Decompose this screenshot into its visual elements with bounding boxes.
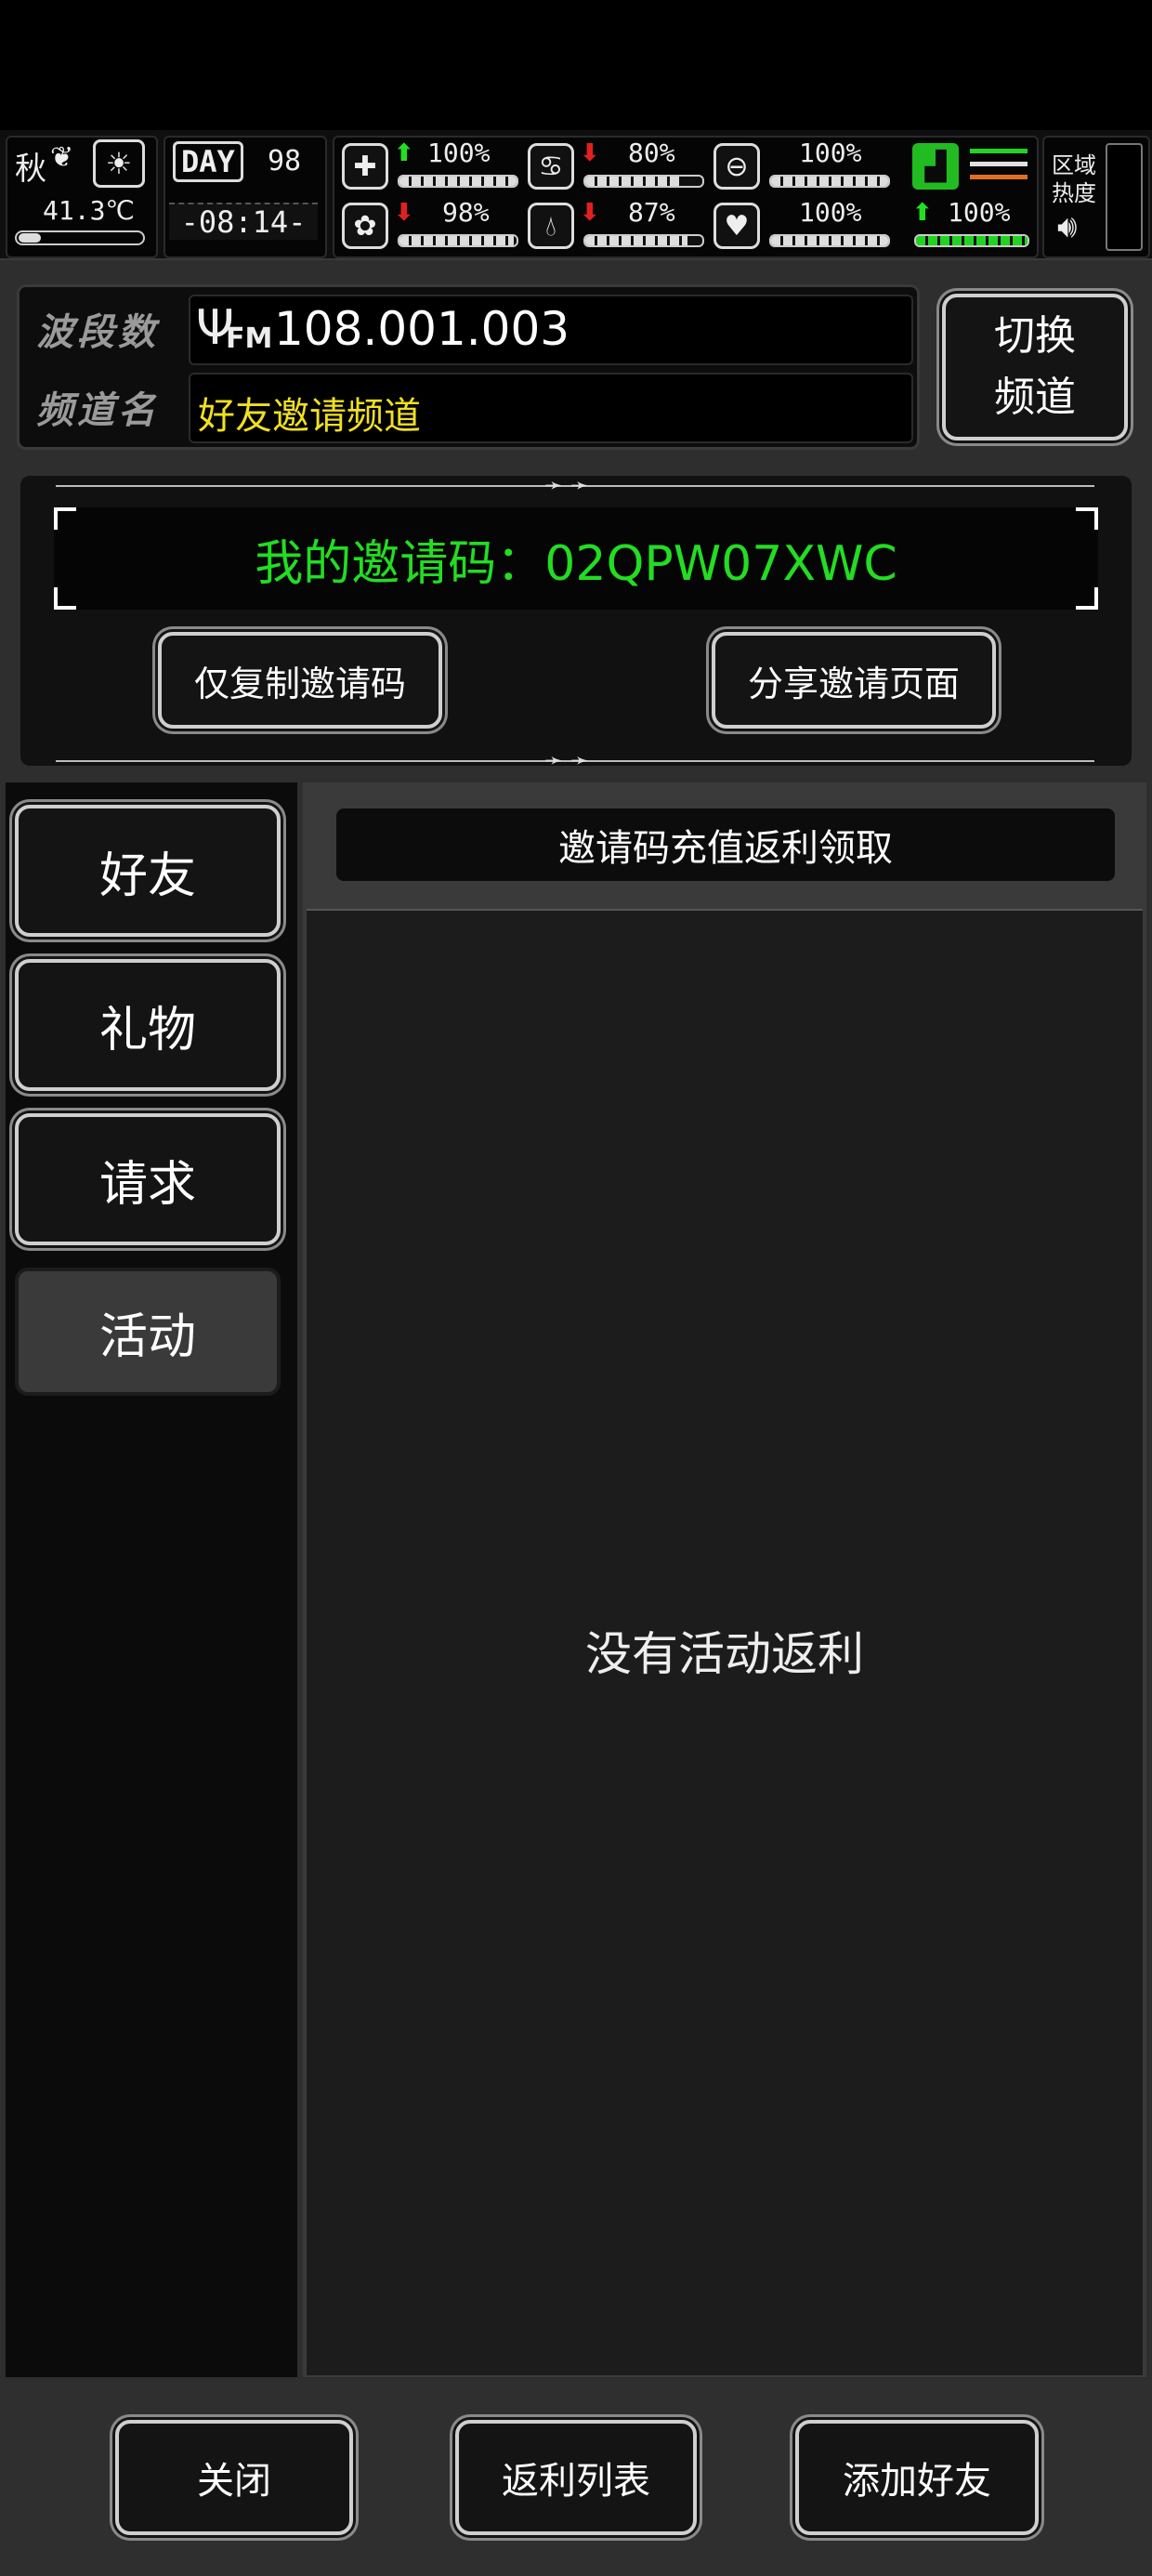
rebate-list: 没有活动返利 xyxy=(307,909,1143,2375)
health-bar xyxy=(398,175,518,188)
share-invite-page-label: 分享邀请页面 xyxy=(747,663,960,704)
copy-invite-code-button[interactable]: 仅复制邀请码 xyxy=(158,632,442,729)
system-status-area xyxy=(0,0,1152,130)
medkit-icon: ✚ xyxy=(342,143,388,190)
tab-gifts[interactable]: 礼物 xyxy=(15,959,281,1091)
game-clock: -08:14- xyxy=(169,203,318,240)
band-field: Ψ FM 108.001.003 xyxy=(189,295,913,365)
empty-state-message: 没有活动返利 xyxy=(585,1627,864,1681)
day-clock-panel: DAY 98 -08:14- xyxy=(164,136,327,258)
trend-down-icon: ⬇ xyxy=(580,139,600,167)
speaker-icon[interactable]: 🔊︎ xyxy=(1057,208,1077,245)
divider-arrows-icon: ➛ ➛ xyxy=(544,472,589,498)
switch-channel-label-2: 频道 xyxy=(994,374,1076,421)
survival-status-bar: 秋 ❦ ☀ 41.3℃ DAY 98 -08:14- ✚ ⬆ 100% ♋ ⬇ … xyxy=(0,130,1152,260)
region-heat-panel[interactable]: 区域 热度 🔊︎ xyxy=(1042,136,1150,258)
weather-panel: 秋 ❦ ☀ 41.3℃ xyxy=(6,136,158,258)
stamina-value: 100% xyxy=(948,197,1011,228)
heart-value: 100% xyxy=(799,197,862,228)
content-header: 邀请码充值返利领取 xyxy=(336,808,1115,881)
health-value: 100% xyxy=(427,138,491,168)
region-heat-meter xyxy=(1106,143,1143,251)
heart-bar xyxy=(769,234,890,247)
rebate-list-button[interactable]: 返利列表 xyxy=(455,2420,697,2535)
trend-down-icon: ⬇ xyxy=(394,199,414,227)
fm-label: FM xyxy=(226,322,273,355)
channel-label: 频道名 xyxy=(36,389,159,432)
close-label: 关闭 xyxy=(197,2460,271,2503)
heart-icon: ♥ xyxy=(713,203,760,249)
stomach-value: 80% xyxy=(628,138,675,168)
brain-value: 98% xyxy=(442,197,490,228)
tab-friends-label: 好友 xyxy=(98,848,196,904)
boot-icon: ▟ xyxy=(912,143,959,190)
brain-icon: ✿ xyxy=(342,203,388,249)
trend-up-icon: ⬆ xyxy=(912,199,933,227)
day-badge: DAY xyxy=(173,141,243,182)
leaf-icon: ❦ xyxy=(50,141,74,174)
region-heat-label-2: 热度 xyxy=(1052,180,1096,206)
stamina-stripe-white xyxy=(970,162,1028,166)
add-friend-label: 添加好友 xyxy=(843,2460,991,2503)
share-invite-page-button[interactable]: 分享邀请页面 xyxy=(712,632,996,729)
channel-value: 好友邀请频道 xyxy=(198,395,421,438)
rebate-list-label: 返利列表 xyxy=(502,2460,650,2503)
water-value: 87% xyxy=(628,197,675,228)
radio-frequency-panel: 波段数 Ψ FM 108.001.003 频道名 好友邀请频道 xyxy=(17,284,920,450)
water-bar xyxy=(583,234,704,247)
content-header-label: 邀请码充值返利领取 xyxy=(558,827,893,870)
pill-bar xyxy=(769,175,890,188)
vitals-panel: ✚ ⬆ 100% ♋ ⬇ 80% ⊖ 100% ✿ ⬇ 98% 💧︎ ⬇ 87%… xyxy=(333,136,1039,258)
water-drop-icon: 💧︎ xyxy=(528,203,574,249)
sun-icon: ☀ xyxy=(93,139,145,188)
band-value: 108.001.003 xyxy=(274,302,570,356)
divider-arrows-icon: ➛ ➛ xyxy=(544,747,589,773)
tab-friends[interactable]: 好友 xyxy=(15,805,281,937)
trend-up-icon: ⬆ xyxy=(394,139,414,167)
stamina-bar xyxy=(914,234,1029,247)
tab-events[interactable]: 活动 xyxy=(15,1268,281,1396)
stamina-stripe-green xyxy=(970,149,1028,153)
invite-code-box: 我的邀请码：02QPW07XWC xyxy=(54,507,1098,610)
channel-field: 好友邀请频道 xyxy=(189,373,913,443)
brain-bar xyxy=(398,234,518,247)
pill-value: 100% xyxy=(799,138,862,168)
switch-channel-button[interactable]: 切换 频道 xyxy=(942,294,1128,440)
copy-invite-code-label: 仅复制邀请码 xyxy=(193,663,406,704)
stomach-bar xyxy=(583,175,704,188)
switch-channel-label-1: 切换 xyxy=(994,312,1076,360)
trend-down-icon: ⬇ xyxy=(580,199,600,227)
tab-requests-label: 请求 xyxy=(98,1156,196,1213)
stomach-icon: ♋ xyxy=(528,143,574,190)
tab-requests[interactable]: 请求 xyxy=(15,1113,281,1245)
band-label: 波段数 xyxy=(36,311,159,354)
day-number: 98 xyxy=(268,145,302,177)
close-button[interactable]: 关闭 xyxy=(115,2420,353,2535)
pill-icon: ⊖ xyxy=(713,143,760,190)
add-friend-button[interactable]: 添加好友 xyxy=(795,2420,1039,2535)
tab-gifts-label: 礼物 xyxy=(98,1002,196,1058)
tab-events-label: 活动 xyxy=(98,1308,196,1365)
season-label: 秋 xyxy=(15,151,46,188)
thermometer-icon xyxy=(15,230,145,245)
invite-code-text: 我的邀请码：02QPW07XWC xyxy=(255,535,897,592)
stamina-stripe-orange xyxy=(970,175,1028,179)
temperature-value: 41.3℃ xyxy=(43,195,135,226)
